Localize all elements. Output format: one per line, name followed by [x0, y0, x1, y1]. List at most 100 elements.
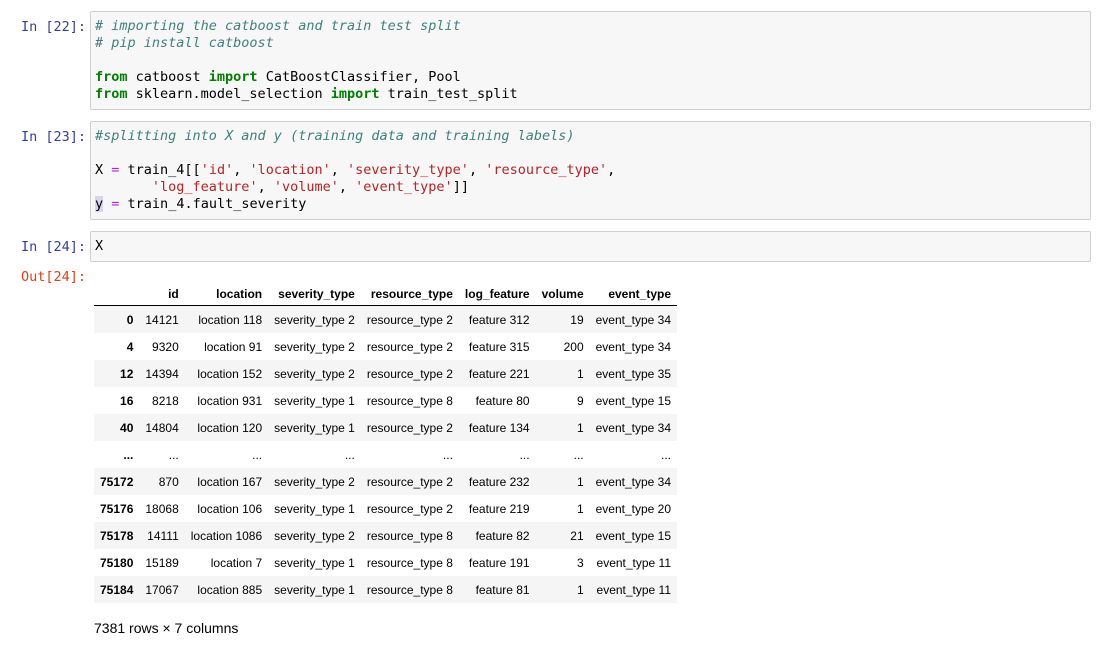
header-row: id location severity_type resource_type log_… — [94, 283, 678, 306]
column-header: resource_type — [360, 283, 459, 306]
code-line: from sklearn.model_selection import trai… — [95, 86, 1086, 103]
table-cell: severity_type 2 — [274, 339, 355, 354]
output-prompt: Out[24]: — [20, 269, 86, 285]
table-cell: severity_type 1 — [274, 555, 355, 570]
table-cell: resource_type 8 — [366, 528, 453, 543]
code-token: 'volume' — [273, 179, 339, 195]
table-cell: location 152 — [197, 366, 263, 381]
table-cell: resource_type 2 — [366, 339, 453, 354]
table-cell: location 120 — [197, 420, 263, 435]
code-token: 'location' — [249, 162, 331, 178]
table-cell: 1 — [576, 582, 584, 597]
code-token: from — [95, 86, 128, 102]
code-token: # pip install catboost — [95, 35, 274, 51]
code-token: train_4[[ — [119, 162, 201, 178]
table-cell: location 91 — [204, 339, 263, 354]
table-cell: feature 221 — [468, 366, 530, 381]
code-token: train_test_split — [379, 86, 518, 102]
row-index: 16 — [120, 393, 134, 408]
code-token: , — [257, 179, 274, 195]
table-cell: event_type 34 — [595, 339, 672, 354]
table-row: 12 14394 location 152 severity_type 2 resour… — [94, 360, 678, 387]
table-cell: 1 — [576, 420, 584, 435]
row-index: 75172 — [100, 474, 134, 489]
code-editor[interactable]: #splitting into X and y (training data a… — [95, 128, 1086, 213]
table-cell: event_type 34 — [595, 312, 672, 327]
input-prompt: In [22]: — [20, 19, 86, 35]
table-row: 0 14121 location 118 severity_type 2 resourc… — [94, 305, 678, 333]
table-cell: event_type 34 — [595, 474, 672, 489]
column-header: log_feature — [458, 283, 536, 306]
table-cell: 8218 — [152, 393, 179, 408]
table-cell: event_type 35 — [595, 366, 672, 381]
table-cell: resource_type 2 — [366, 312, 453, 327]
code-token: catboost — [127, 69, 209, 85]
code-token: , — [330, 162, 348, 178]
column-header: volume — [535, 283, 590, 306]
table-cell: 14111 — [147, 528, 179, 543]
table-cell: location 167 — [197, 474, 263, 489]
table-cell: severity_type 1 — [274, 582, 355, 597]
table-cell: 200 — [563, 339, 584, 354]
index-header — [94, 283, 140, 306]
table-cell: 15189 — [145, 555, 179, 570]
row-index: 75176 — [100, 501, 134, 516]
table-cell: resource_type 8 — [366, 393, 453, 408]
table-cell: 9320 — [152, 339, 179, 354]
row-index: 12 — [120, 366, 134, 381]
code-token: X — [95, 162, 112, 178]
table-cell: feature 191 — [468, 555, 530, 570]
code-token: X — [95, 238, 104, 254]
table-cell: severity_type 2 — [274, 312, 355, 327]
table-cell: resource_type 2 — [366, 501, 453, 516]
table-cell: 1 — [576, 501, 584, 516]
table-cell: 17067 — [145, 582, 179, 597]
code-line: X = train_4[['id', 'location', 'severity… — [95, 162, 1086, 179]
table-cell: location 1086 — [190, 528, 263, 543]
table-cell: severity_type 2 — [274, 474, 355, 489]
table-row: 75172 870 location 167 severity_type 2 resou… — [94, 468, 678, 495]
table-cell: event_type 11 — [596, 582, 672, 597]
code-token: sklearn.model_selection — [127, 86, 331, 102]
table-cell: ... — [442, 447, 453, 462]
table-row: 75178 14111 location 1086 severity_type 2 re… — [94, 522, 678, 549]
code-token: 'id' — [200, 162, 234, 178]
table-cell: severity_type 1 — [274, 501, 355, 516]
code-token: , — [338, 179, 356, 195]
code-token: y — [95, 196, 104, 212]
table-cell: severity_type 2 — [274, 366, 355, 381]
table-cell: feature 312 — [468, 312, 530, 327]
code-input-area[interactable]: #splitting into X and y (training data a… — [90, 121, 1091, 220]
code-token: from — [95, 69, 128, 85]
table-cell: 1 — [576, 474, 584, 489]
table-row: 75180 15189 location 7 severity_type 1 resou… — [94, 549, 677, 576]
code-token: 'event_type' — [355, 179, 453, 195]
code-editor[interactable]: X — [95, 238, 1086, 255]
table-header: id location severity_type resource_type log_… — [94, 283, 678, 306]
table-cell: feature 81 — [475, 582, 530, 597]
table-cell: ... — [661, 447, 672, 462]
code-editor[interactable]: # importing the catboost and train test … — [95, 18, 1086, 103]
table-cell: location 885 — [197, 582, 263, 597]
code-input-area[interactable]: X — [90, 231, 1091, 262]
table-cell: 9 — [576, 393, 584, 408]
row-index: 40 — [120, 420, 134, 435]
code-line: from catboost import CatBoostClassifier,… — [95, 69, 1086, 86]
code-input-area[interactable]: # importing the catboost and train test … — [90, 11, 1091, 110]
table-cell: resource_type 8 — [366, 555, 453, 570]
table-cell: ... — [573, 447, 584, 462]
table-cell: ... — [252, 447, 263, 462]
code-token: 'severity_type' — [347, 162, 469, 178]
table-row: 16 8218 location 931 severity_type 1 resourc… — [94, 387, 677, 414]
table-row: 4 9320 location 91 severity_type 2 resource_… — [94, 333, 677, 360]
table-cell: severity_type 2 — [274, 528, 355, 543]
table-cell: event_type 15 — [595, 528, 672, 543]
table-cell: location 931 — [197, 393, 263, 408]
table-cell: feature 219 — [468, 501, 530, 516]
column-header: event_type — [589, 283, 678, 306]
code-token: import — [330, 86, 380, 102]
dataframe-shape: 7381 rows × 7 columns — [94, 620, 239, 636]
table-row: 40 14804 location 120 severity_type 1 resour… — [94, 414, 678, 441]
